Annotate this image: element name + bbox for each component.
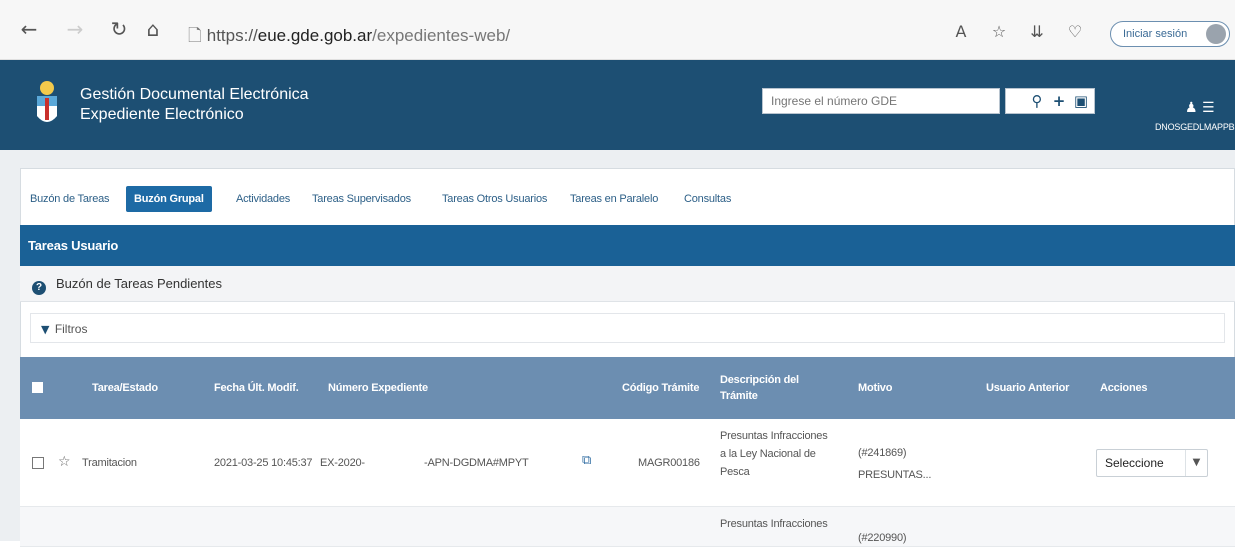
cell-descripcion: Presuntas Infracciones bbox=[720, 518, 828, 530]
url-host: eue.gde.gob.ar bbox=[257, 26, 373, 45]
help-icon[interactable]: ? bbox=[32, 281, 46, 295]
table-row[interactable]: ☆ Tramitacion 2021-03-25 10:45:37 EX-202… bbox=[20, 419, 1235, 507]
back-arrow-icon[interactable]: ← bbox=[18, 18, 40, 40]
cell-codigo: MAGR00186 bbox=[638, 457, 700, 469]
add-icon[interactable]: + bbox=[1050, 92, 1068, 110]
gde-search-input[interactable] bbox=[763, 89, 999, 113]
url-scheme: https:// bbox=[206, 26, 258, 45]
row-checkbox[interactable] bbox=[32, 457, 44, 469]
tab-consultas[interactable]: Consultas bbox=[684, 186, 731, 212]
forward-arrow-icon[interactable]: → bbox=[64, 18, 86, 40]
tab-tareas-supervisados[interactable]: Tareas Supervisados bbox=[312, 186, 411, 212]
acciones-select[interactable]: Seleccione ▼ bbox=[1096, 449, 1208, 477]
col-acciones: Acciones bbox=[1100, 382, 1148, 394]
table-row[interactable]: Presuntas Infracciones (#220990) bbox=[20, 507, 1235, 547]
signin-button[interactable]: Iniciar sesión bbox=[1110, 21, 1230, 47]
tab-tareas-paralelo[interactable]: Tareas en Paralelo bbox=[570, 186, 658, 212]
tab-tareas-otros-usuarios[interactable]: Tareas Otros Usuarios bbox=[442, 186, 547, 212]
cell-expediente-suffix: -APN-DGDMA#MPYT bbox=[424, 457, 529, 469]
page-info-icon[interactable]: 🗋 bbox=[188, 23, 202, 49]
filters-toggle[interactable]: ▼ Filtros bbox=[30, 313, 1225, 343]
search-icon[interactable]: ⚲ bbox=[1028, 92, 1046, 110]
clipboard-icon[interactable]: ▣ bbox=[1072, 92, 1090, 110]
col-usuario-anterior[interactable]: Usuario Anterior bbox=[986, 357, 1069, 419]
tab-actividades[interactable]: Actividades bbox=[236, 186, 290, 212]
cell-motivo-text: PRESUNTAS... bbox=[858, 469, 932, 481]
app-title: Gestión Documental Electrónica Expedient… bbox=[80, 85, 309, 125]
col-descripcion-tramite[interactable]: Descripción del Trámite bbox=[720, 357, 810, 419]
chevron-down-icon[interactable]: ▼ bbox=[1185, 450, 1207, 476]
cell-motivo-code: (#220990) bbox=[858, 532, 907, 544]
user-icon[interactable]: ♟ bbox=[1185, 100, 1198, 116]
filter-funnel-icon: ▼ bbox=[41, 323, 50, 336]
home-icon[interactable]: ⌂ bbox=[142, 18, 164, 40]
copy-expediente-icon[interactable]: ⧉ bbox=[582, 452, 591, 470]
collections-icon[interactable]: ⇊ bbox=[1026, 21, 1048, 43]
address-bar[interactable]: 🗋 https://eue.gde.gob.ar/expedientes-web… bbox=[188, 23, 948, 49]
acciones-selected: Seleccione bbox=[1105, 456, 1164, 470]
app-title-line2: Expediente Electrónico bbox=[80, 106, 244, 123]
pending-tasks-label: Buzón de Tareas Pendientes bbox=[56, 276, 222, 291]
filters-label: Filtros bbox=[54, 322, 88, 336]
col-tarea-estado[interactable]: Tarea/Estado bbox=[92, 357, 158, 419]
user-name: DNOSGEDLMAPPB13 bbox=[1155, 122, 1235, 132]
col-fecha-modif[interactable]: Fecha Últ. Modif. bbox=[214, 357, 299, 419]
gde-number-search[interactable] bbox=[762, 88, 1000, 114]
tab-buzon-tareas[interactable]: Buzón de Tareas bbox=[30, 186, 110, 212]
user-menu-icons: ♟ ☰ bbox=[1185, 100, 1215, 116]
app-title-line1: Gestión Documental Electrónica bbox=[80, 86, 309, 103]
signin-label: Iniciar sesión bbox=[1123, 28, 1188, 40]
section-title: Tareas Usuario bbox=[20, 225, 1235, 266]
read-aloud-icon[interactable]: A bbox=[950, 21, 972, 43]
menu-icon[interactable]: ☰ bbox=[1202, 100, 1215, 116]
app-header: Gestión Documental Electrónica Expedient… bbox=[0, 60, 1235, 150]
cell-tarea: Tramitacion bbox=[82, 457, 137, 469]
cell-fecha: 2021-03-25 10:45:37 bbox=[214, 457, 313, 469]
cell-expediente-prefix: EX-2020- bbox=[320, 457, 365, 469]
profile-avatar bbox=[1206, 24, 1226, 44]
url-path: /expedientes-web/ bbox=[372, 26, 511, 45]
col-numero-expediente[interactable]: Número Expediente bbox=[328, 357, 428, 419]
browser-essentials-icon[interactable]: ♡ bbox=[1064, 21, 1086, 43]
browser-toolbar: ← → ↻ ⌂ 🗋 https://eue.gde.gob.ar/expedie… bbox=[0, 0, 1235, 60]
cell-motivo-code: (#241869) bbox=[858, 447, 907, 459]
favorites-star-icon[interactable]: ☆ bbox=[988, 21, 1010, 43]
header-actions: ⚲ + ▣ bbox=[1005, 88, 1095, 114]
select-all-checkbox[interactable] bbox=[32, 382, 43, 393]
table-header: Tarea/Estado Fecha Últ. Modif. Número Ex… bbox=[20, 357, 1235, 419]
cell-descripcion: Presuntas Infracciones a la Ley Nacional… bbox=[720, 430, 828, 478]
col-codigo-tramite[interactable]: Código Trámite bbox=[622, 357, 699, 419]
tab-buzon-grupal[interactable]: Buzón Grupal bbox=[126, 186, 212, 212]
favorite-star-icon[interactable]: ☆ bbox=[58, 453, 71, 471]
col-motivo[interactable]: Motivo bbox=[858, 357, 892, 419]
reload-icon[interactable]: ↻ bbox=[108, 18, 130, 40]
argentina-coat-of-arms-logo bbox=[37, 81, 57, 122]
pending-tasks-subheader: ? Buzón de Tareas Pendientes bbox=[20, 266, 1235, 302]
